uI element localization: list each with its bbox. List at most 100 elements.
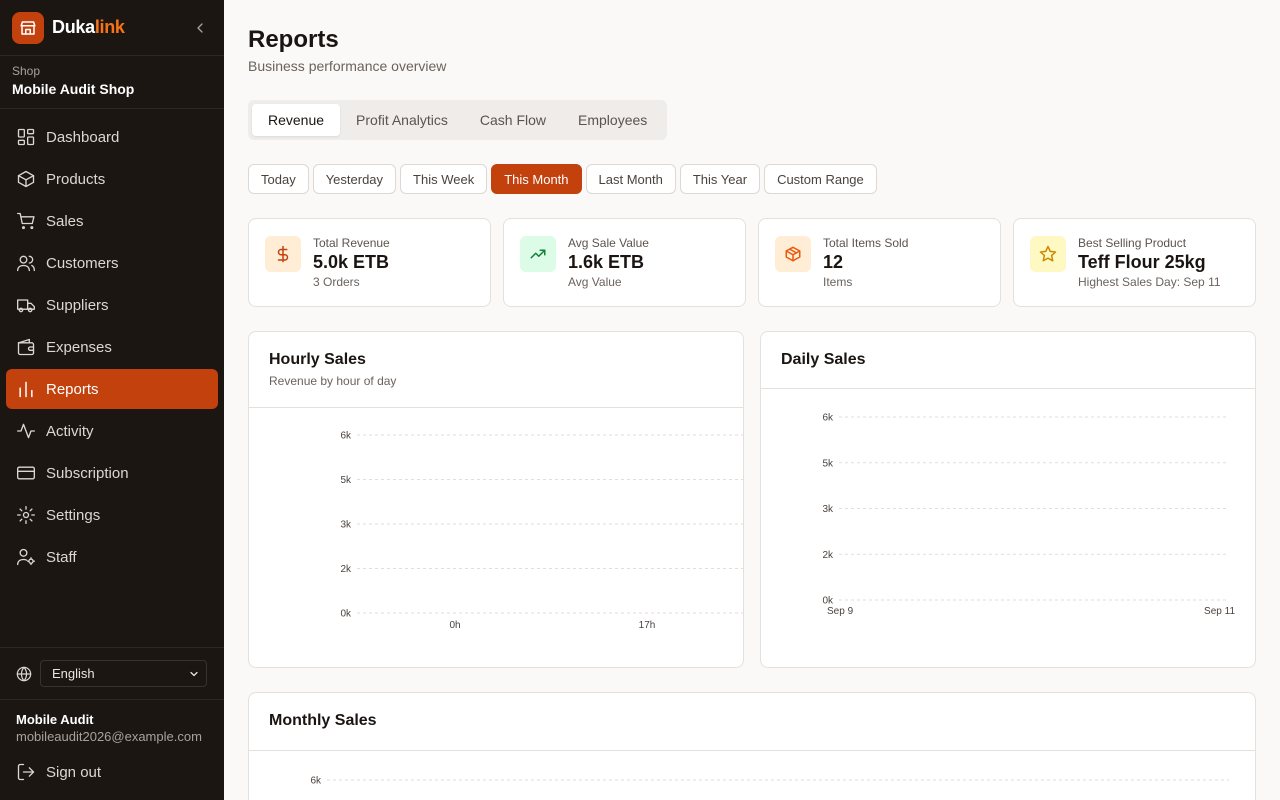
stat-sub: 3 Orders	[313, 275, 360, 289]
dashboard-icon	[17, 128, 35, 146]
sidebar-item-dashboard[interactable]: Dashboard	[6, 117, 218, 157]
x-tick-label: 17h	[639, 620, 656, 631]
chevron-left-icon	[197, 22, 203, 33]
dollar-icon	[265, 236, 301, 272]
users-icon	[17, 255, 35, 272]
sign-out-button[interactable]: Sign out	[16, 760, 101, 784]
sidebar-item-staff[interactable]: Staff	[6, 537, 218, 577]
shop-label: Shop	[12, 64, 41, 78]
user-email: mobileaudit2026@example.com	[16, 729, 202, 744]
collapse-sidebar-button[interactable]	[188, 16, 212, 40]
sidebar-item-label: Customers	[46, 254, 119, 272]
stat-label: Avg Sale Value	[568, 236, 649, 250]
activity-icon	[17, 423, 35, 439]
stat-sub: Items	[823, 275, 853, 289]
cart-icon	[17, 212, 35, 230]
hourly-sales-card: Hourly Sales Revenue by hour of day 0k 2k…	[248, 331, 744, 668]
monthly-sales-chart: 6k	[310, 776, 1229, 787]
stat-value: 12	[823, 252, 844, 272]
range-today-button[interactable]: Today	[248, 164, 309, 194]
sidebar-item-reports[interactable]: Reports	[6, 369, 218, 409]
card-subtitle: Revenue by hour of day	[269, 374, 397, 388]
range-this-month-button[interactable]: This Month	[491, 164, 582, 194]
sidebar-item-settings[interactable]: Settings	[6, 495, 218, 535]
wallet-icon	[17, 338, 35, 356]
range-last-month-button[interactable]: Last Month	[585, 164, 676, 194]
sidebar-item-suppliers[interactable]: Suppliers	[6, 285, 218, 325]
sidebar-item-label: Subscription	[46, 464, 129, 482]
shop-name: Mobile Audit Shop	[12, 81, 135, 97]
language-select[interactable]: English	[40, 660, 207, 687]
sidebar-item-label: Products	[46, 170, 106, 188]
truck-icon	[17, 299, 35, 313]
brand-logo-text: Dukalink	[52, 17, 125, 37]
brand-header: Dukalink	[0, 0, 224, 56]
gear-icon	[17, 506, 35, 524]
main-content: Reports Business performance overview Re…	[224, 0, 1280, 800]
report-tabs: Revenue Profit Analytics Cash Flow Emplo…	[248, 100, 668, 140]
x-tick-label: Sep 11	[1204, 606, 1235, 617]
box-icon	[17, 170, 35, 188]
stat-value: Teff Flour 25kg	[1078, 252, 1206, 272]
range-yesterday-button[interactable]: Yesterday	[312, 164, 397, 194]
stat-card-avg-sale-value: Avg Sale Value 1.6k ETB Avg Value	[503, 218, 746, 307]
y-tick-label: 5k	[340, 475, 352, 486]
daily-sales-card: Daily Sales 0k 2k 3k 5k 6k Sep 9 Sep 11	[760, 331, 1256, 668]
y-tick-label: 0k	[340, 609, 352, 620]
page-subtitle: Business performance overview	[248, 58, 447, 74]
stat-sub: Highest Sales Day: Sep 11	[1078, 275, 1221, 289]
card-title: Monthly Sales	[269, 712, 377, 729]
card-header: Hourly Sales Revenue by hour of day	[249, 332, 743, 408]
monthly-sales-card: Monthly Sales 6k	[248, 692, 1256, 800]
language-selected-value: English	[52, 666, 95, 681]
sidebar-item-label: Reports	[46, 380, 99, 398]
card-header: Monthly Sales	[249, 693, 1255, 751]
y-tick-label: 6k	[310, 776, 322, 787]
tab-profit-analytics[interactable]: Profit Analytics	[340, 104, 464, 136]
sidebar: Dukalink Shop Mobile Audit Shop Dashboar…	[0, 0, 224, 800]
daily-sales-chart: 0k 2k 3k 5k 6k Sep 9 Sep 11	[822, 413, 1235, 618]
sidebar-item-activity[interactable]: Activity	[6, 411, 218, 451]
y-tick-label: 2k	[340, 564, 352, 575]
sidebar-item-label: Suppliers	[46, 296, 109, 314]
tab-revenue[interactable]: Revenue	[252, 104, 341, 136]
package-icon	[775, 236, 811, 272]
date-range-filters: Today Yesterday This Week This Month Las…	[248, 164, 877, 194]
range-this-year-button[interactable]: This Year	[679, 164, 761, 194]
star-icon	[1030, 236, 1066, 272]
stat-sub: Avg Value	[568, 275, 622, 289]
stat-card-total-items-sold: Total Items Sold 12 Items	[758, 218, 1001, 307]
sidebar-item-label: Sales	[46, 212, 84, 230]
page-title: Reports	[248, 26, 339, 53]
card-header: Daily Sales	[761, 332, 1255, 389]
stat-cards: Total Revenue 5.0k ETB 3 Orders Avg Sale…	[248, 218, 1256, 307]
range-custom-button[interactable]: Custom Range	[764, 164, 877, 194]
stat-label: Total Items Sold	[823, 236, 909, 250]
sidebar-item-expenses[interactable]: Expenses	[6, 327, 218, 367]
range-this-week-button[interactable]: This Week	[400, 164, 488, 194]
stat-label: Best Selling Product	[1078, 236, 1187, 250]
hourly-sales-chart: 0k 2k 3k 5k 6k 0h 17h	[340, 431, 743, 631]
sidebar-item-products[interactable]: Products	[6, 159, 218, 199]
user-cog-icon	[17, 548, 35, 566]
sidebar-item-label: Activity	[46, 422, 94, 440]
stat-card-best-selling-product: Best Selling Product Teff Flour 25kg Hig…	[1013, 218, 1256, 307]
globe-icon	[16, 666, 32, 681]
stat-label: Total Revenue	[313, 236, 390, 250]
sidebar-item-customers[interactable]: Customers	[6, 243, 218, 283]
stat-value: 5.0k ETB	[313, 252, 390, 272]
y-tick-label: 2k	[822, 550, 834, 561]
card-title: Daily Sales	[781, 351, 866, 368]
stat-card-total-revenue: Total Revenue 5.0k ETB 3 Orders	[248, 218, 491, 307]
card-title: Hourly Sales	[269, 351, 366, 368]
tab-employees[interactable]: Employees	[562, 104, 663, 136]
credit-card-icon	[17, 466, 35, 480]
sidebar-item-subscription[interactable]: Subscription	[6, 453, 218, 493]
y-tick-label: 0k	[822, 596, 834, 607]
tab-cash-flow[interactable]: Cash Flow	[464, 104, 562, 136]
language-row: English	[0, 647, 224, 700]
sidebar-item-label: Settings	[46, 506, 101, 524]
sidebar-item-sales[interactable]: Sales	[6, 201, 218, 241]
store-icon	[12, 11, 44, 44]
user-name: Mobile Audit	[16, 712, 94, 727]
